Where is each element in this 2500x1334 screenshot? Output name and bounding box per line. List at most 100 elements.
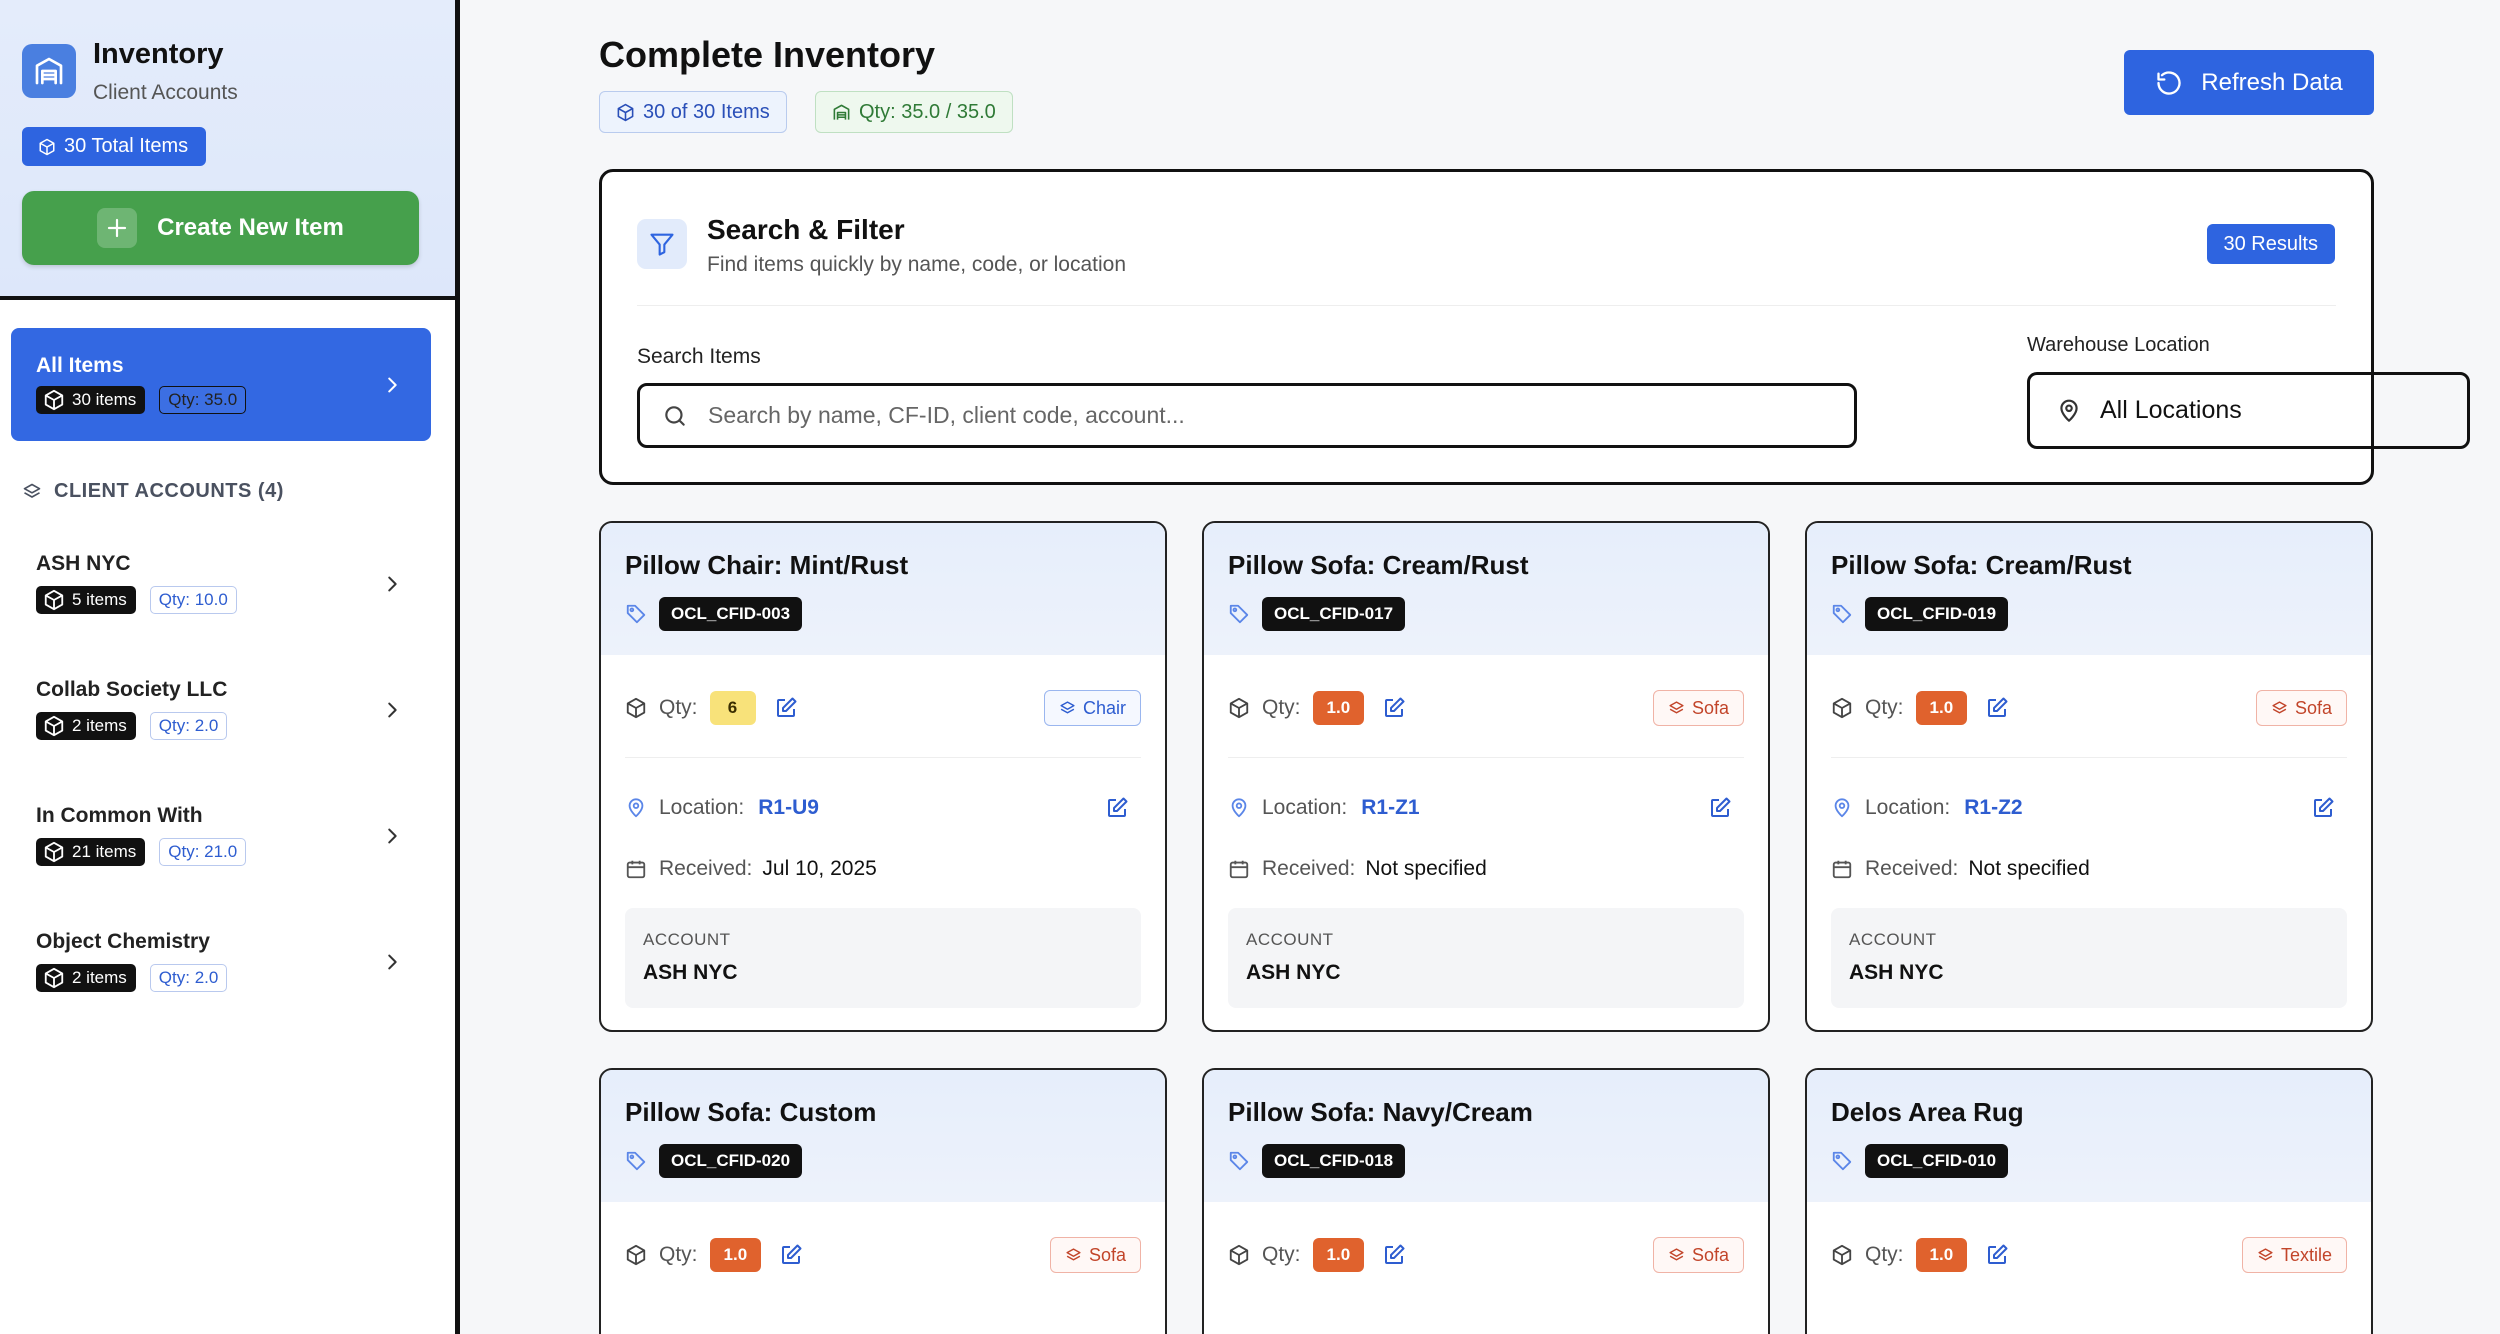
- item-count: 21 items: [72, 842, 137, 861]
- category-label: Sofa: [1088, 1244, 1126, 1265]
- app-title: Inventory: [93, 38, 224, 70]
- item-code-badge: OCL_CFID-017: [1262, 597, 1406, 631]
- client-name: ASH NYC: [36, 552, 131, 575]
- received-value: Not specified: [1968, 857, 2090, 880]
- item-count-badge: 30 items: [36, 386, 146, 414]
- search-input[interactable]: [708, 402, 1808, 429]
- card-header: Pillow Sofa: Custom OCL_CFID-020: [601, 1070, 1165, 1202]
- tag-icon: [1229, 1151, 1249, 1171]
- qty-label: Qty:: [1262, 696, 1301, 719]
- sidebar-item-collab-society[interactable]: Collab Society LLC 2 items Qty: 2.0: [11, 658, 431, 762]
- item-card[interactable]: Pillow Sofa: Cream/Rust OCL_CFID-017 Qty…: [1202, 521, 1770, 1032]
- main-content: Complete Inventory 30 of 30 Items Qty: 3…: [465, 0, 2500, 1334]
- filter-subtitle: Find items quickly by name, code, or loc…: [707, 253, 1127, 276]
- location-label: Location:: [1865, 796, 1951, 819]
- chevron-right-icon: [388, 576, 397, 592]
- location-select-value: All Locations: [2100, 396, 2242, 424]
- item-name: Delos Area Rug: [1831, 1097, 2024, 1127]
- box-icon: [1832, 1244, 1852, 1266]
- edit-qty-icon[interactable]: [1382, 696, 1406, 720]
- sidebar-item-ash-nyc[interactable]: ASH NYC 5 items Qty: 10.0: [11, 532, 431, 636]
- search-filter-panel: Search & Filter Find items quickly by na…: [599, 169, 2470, 485]
- divider: [1831, 757, 2347, 758]
- location-select[interactable]: All Locations: [2027, 372, 2470, 449]
- edit-qty-icon[interactable]: [1985, 1243, 2009, 1267]
- item-card[interactable]: Pillow Sofa: Navy/Cream OCL_CFID-018 Qty…: [1202, 1068, 1770, 1334]
- edit-qty-icon[interactable]: [1382, 1243, 1406, 1267]
- account-value: ASH NYC: [643, 961, 738, 984]
- item-count: 2 items: [72, 716, 127, 735]
- client-name: In Common With: [36, 804, 203, 827]
- create-new-item-button[interactable]: Create New Item: [22, 191, 419, 265]
- layers-icon: [1669, 700, 1684, 713]
- category-badge: Chair: [1043, 690, 1141, 726]
- edit-location-icon[interactable]: [2311, 796, 2335, 820]
- total-items-label: 30 Total Items: [64, 135, 189, 157]
- item-code-badge: OCL_CFID-018: [1262, 1144, 1406, 1178]
- category-badge: Sofa: [2255, 690, 2347, 726]
- box-icon: [1832, 697, 1852, 719]
- account-value: ASH NYC: [1849, 961, 1944, 984]
- client-name: Object Chemistry: [36, 930, 210, 953]
- item-name: Pillow Chair: Mint/Rust: [625, 550, 909, 580]
- refresh-data-label: Refresh Data: [2201, 68, 2343, 96]
- qty-badge: Qty: 21.0: [159, 838, 247, 866]
- category-label: Chair: [1082, 697, 1126, 718]
- item-code-badge: OCL_CFID-020: [659, 1144, 803, 1178]
- item-card[interactable]: Pillow Sofa: Cream/Rust OCL_CFID-019 Qty…: [1805, 521, 2373, 1032]
- location-value: R1-Z2: [1964, 796, 2023, 819]
- category-badge: Sofa: [1652, 1237, 1744, 1273]
- tag-icon: [1229, 604, 1249, 624]
- item-card[interactable]: Delos Area Rug OCL_CFID-010 Qty: 1.0 Tex…: [1805, 1068, 2373, 1334]
- box-icon: [617, 103, 634, 121]
- box-icon: [626, 697, 646, 719]
- item-card[interactable]: Pillow Chair: Mint/Rust OCL_CFID-003 Qty…: [599, 521, 1167, 1032]
- edit-qty-icon[interactable]: [774, 696, 798, 720]
- plus-icon: [97, 208, 138, 248]
- sidebar: Inventory Client Accounts 30 Total Items…: [0, 0, 460, 1334]
- item-count-badge: 2 items: [36, 712, 136, 740]
- item-name: Pillow Sofa: Cream/Rust: [1228, 550, 1529, 580]
- app-subtitle: Client Accounts: [93, 81, 238, 104]
- item-count: 5 items: [72, 590, 127, 609]
- account-box: ACCOUNT ASH NYC: [625, 908, 1141, 1008]
- warehouse-icon: [22, 44, 76, 98]
- sidebar-item-all-items[interactable]: All Items 30 items Qty: 35.0: [11, 328, 431, 441]
- card-header: Delos Area Rug OCL_CFID-010: [1807, 1070, 2371, 1202]
- qty-value-badge: 1.0: [1312, 1238, 1365, 1272]
- box-icon: [1229, 1244, 1249, 1266]
- refresh-data-button[interactable]: Refresh Data: [2124, 50, 2374, 115]
- layers-icon: [2272, 700, 2287, 713]
- sidebar-item-object-chemistry[interactable]: Object Chemistry 2 items Qty: 2.0: [11, 910, 431, 1014]
- item-count-badge: 5 items: [36, 586, 136, 614]
- items-count-pill: 30 of 30 Items: [599, 91, 787, 133]
- qty-badge: Qty: 2.0: [149, 964, 228, 992]
- create-new-item-label: Create New Item: [157, 214, 344, 241]
- filter-icon: [637, 219, 687, 269]
- chevron-right-icon: [388, 377, 397, 392]
- location-label: Location:: [1262, 796, 1348, 819]
- qty-label: Qty:: [1865, 696, 1904, 719]
- item-name: Pillow Sofa: Navy/Cream: [1228, 1097, 1533, 1127]
- item-count-badge: 2 items: [36, 964, 136, 992]
- calendar-icon: [1832, 860, 1852, 879]
- category-label: Textile: [2280, 1244, 2332, 1265]
- location-value: R1-Z1: [1361, 796, 1420, 819]
- location-label: Location:: [659, 796, 745, 819]
- location-label: Warehouse Location: [2027, 334, 2210, 356]
- edit-location-icon[interactable]: [1708, 796, 1732, 820]
- sidebar-item-in-common-with[interactable]: In Common With 21 items Qty: 21.0: [11, 784, 431, 888]
- item-card[interactable]: Pillow Sofa: Custom OCL_CFID-020 Qty: 1.…: [599, 1068, 1167, 1334]
- box-icon: [44, 841, 64, 863]
- category-label: Sofa: [1691, 697, 1729, 718]
- edit-location-icon[interactable]: [1105, 796, 1129, 820]
- account-box: ACCOUNT ASH NYC: [1831, 908, 2347, 1008]
- edit-qty-icon[interactable]: [779, 1243, 803, 1267]
- box-icon: [39, 138, 55, 155]
- divider: [637, 305, 2336, 306]
- edit-qty-icon[interactable]: [1985, 696, 2009, 720]
- received-label: Received:: [1865, 857, 1959, 880]
- chevron-right-icon: [388, 828, 397, 844]
- divider: [1228, 757, 1744, 758]
- box-icon: [1229, 697, 1249, 719]
